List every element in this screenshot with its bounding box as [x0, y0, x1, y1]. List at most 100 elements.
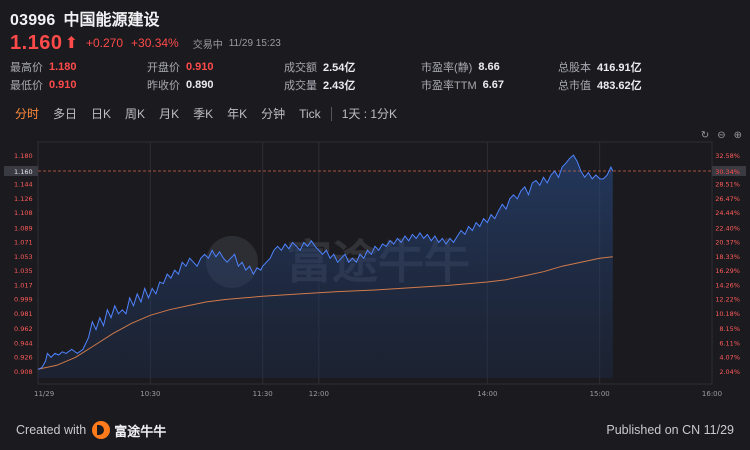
stat-1-0: 最高价 1.180	[10, 59, 147, 75]
stat-1-3: 市盈率(静) 8.66	[421, 59, 558, 75]
tab-3[interactable]: 周K	[118, 102, 152, 126]
current-price: 1.160	[10, 31, 63, 54]
intraday-chart-svg: 富途牛牛1.1801.1621.1441.1261.1081.0891.0711…	[4, 141, 746, 398]
brand-logo: 富途牛牛	[92, 421, 166, 440]
tab-7[interactable]: 分钟	[254, 102, 292, 126]
price-change-pct: +30.34%	[131, 36, 179, 50]
stat-value: 416.91亿	[597, 62, 642, 74]
stat-2-4: 总市值 483.62亿	[558, 77, 695, 93]
y-tick-left-12: 0.962	[14, 325, 33, 333]
brand-name: 富途牛牛	[114, 423, 167, 439]
title-row: 03996 中国能源建设	[10, 6, 740, 29]
period-selector[interactable]: 1天 : 1分K	[335, 102, 404, 126]
stat-label: 市盈率(静)	[421, 62, 473, 74]
y-tick-left-14: 0.926	[14, 354, 33, 362]
y-tick-left-8: 1.035	[14, 267, 33, 275]
price-area	[38, 155, 613, 378]
stock-code: 03996	[10, 12, 56, 29]
published-text: Published on CN 11/29	[606, 423, 734, 437]
stat-value: 0.890	[186, 79, 214, 91]
stat-2-1: 昨收价 0.890	[147, 77, 284, 93]
y-tick-left-7: 1.053	[14, 253, 33, 261]
y-tick-left-15: 0.908	[14, 368, 33, 376]
stat-2-0: 最低价 0.910	[10, 77, 147, 93]
stat-1-4: 总股本 416.91亿	[558, 59, 695, 75]
stats-row-2: 最低价 0.910 昨收价 0.890 成交量 2.43亿 市盈率TTM 6.67 总市值 483…	[10, 76, 740, 94]
tab-2[interactable]: 日K	[84, 102, 118, 126]
stat-1-2: 成交额 2.54亿	[284, 59, 421, 75]
y-tick-right-15: 2.04%	[719, 368, 740, 376]
stat-2-3: 市盈率TTM 6.67	[421, 77, 558, 93]
stat-value: 2.54亿	[323, 62, 356, 74]
y-tick-right-4: 24.44%	[715, 209, 740, 217]
trading-status: 交易中	[192, 39, 223, 51]
tab-0[interactable]: 分时	[8, 102, 46, 126]
y-tick-right-13: 6.11%	[719, 339, 740, 347]
chart-tabs: 分时 多日 日K 周K 月K 季K 年K 分钟 Tick 1天 : 1分K	[8, 102, 404, 126]
y-tick-right-7: 18.33%	[715, 253, 740, 261]
footer-left: Created with 富途牛牛	[16, 421, 166, 440]
stat-value: 6.67	[482, 79, 505, 91]
y-tick-right-8: 16.29%	[715, 267, 740, 275]
stat-label: 成交量	[284, 80, 317, 92]
stat-value: 0.910	[186, 61, 214, 73]
created-with-text: Created with	[16, 423, 87, 437]
stat-value: 0.910	[49, 79, 77, 91]
stat-label: 市盈率TTM	[421, 80, 477, 92]
stat-label: 最低价	[10, 80, 43, 92]
tab-4[interactable]: 月K	[152, 102, 186, 126]
y-tick-left-6: 1.071	[14, 239, 33, 247]
tab-1[interactable]: 多日	[46, 102, 84, 126]
y-tick-right-11: 10.18%	[715, 310, 740, 318]
y-tick-right-3: 26.47%	[715, 195, 740, 203]
x-tick-5: 15:00	[590, 390, 610, 398]
y-tick-right-14: 4.07%	[719, 354, 740, 362]
y-tick-right-10: 12.22%	[715, 296, 740, 304]
x-tick-6: 16:00	[702, 390, 722, 398]
tab-8[interactable]: Tick	[292, 102, 328, 126]
y-tick-left-11: 0.981	[14, 310, 33, 318]
current-pct-tag: 30.34%	[715, 168, 740, 176]
x-tick-1: 10:30	[140, 390, 160, 398]
y-tick-right-0: 32.58%	[715, 152, 740, 160]
y-tick-right-12: 8.15%	[719, 325, 740, 333]
stat-1-1: 开盘价 0.910	[147, 59, 284, 75]
quote-time: 11/29 15:23	[228, 37, 281, 49]
y-tick-left-3: 1.126	[14, 195, 33, 203]
stock-header: 03996 中国能源建设 1.160 ⬆ +0.270 +30.34% 交易中 …	[10, 6, 740, 56]
stat-label: 成交额	[284, 62, 317, 74]
tab-6[interactable]: 年K	[220, 102, 254, 126]
current-price-tag: 1.160	[14, 168, 33, 176]
stock-name: 中国能源建设	[63, 10, 160, 29]
stat-value: 483.62亿	[597, 80, 642, 92]
y-tick-right-5: 22.40%	[715, 224, 740, 232]
stat-value: 8.66	[478, 61, 500, 73]
stat-label: 总市值	[558, 80, 591, 92]
stat-label: 总股本	[558, 62, 591, 74]
price-change: +0.270	[85, 36, 124, 50]
y-tick-right-2: 28.51%	[715, 181, 740, 189]
y-tick-left-0: 1.180	[14, 152, 33, 160]
y-tick-left-9: 1.017	[14, 281, 33, 289]
stats-panel: 最高价 1.180 开盘价 0.910 成交额 2.54亿 市盈率(静) 8.66 总股本 416…	[10, 58, 740, 94]
futu-logo-icon	[92, 421, 111, 439]
x-tick-3: 12:00	[309, 390, 329, 398]
quote-row: 1.160 ⬆ +0.270 +30.34% 交易中 11/29 15:23	[10, 30, 740, 56]
intraday-chart[interactable]: 富途牛牛1.1801.1621.1441.1261.1081.0891.0711…	[0, 128, 750, 410]
y-tick-left-13: 0.944	[14, 339, 33, 347]
x-tick-0: 11/29	[34, 390, 54, 398]
up-arrow-icon: ⬆	[64, 35, 78, 52]
stat-label: 昨收价	[147, 80, 180, 92]
x-tick-2: 11:30	[253, 390, 273, 398]
tab-5[interactable]: 季K	[186, 102, 220, 126]
y-tick-left-10: 0.999	[14, 296, 33, 304]
y-tick-right-6: 20.37%	[715, 239, 740, 247]
stat-2-2: 成交量 2.43亿	[284, 77, 421, 93]
stat-value: 1.180	[49, 61, 77, 73]
tab-separator	[330, 107, 332, 121]
stat-value: 2.43亿	[323, 80, 356, 92]
y-tick-left-2: 1.144	[14, 181, 33, 189]
y-tick-right-9: 14.26%	[715, 281, 740, 289]
stat-label: 最高价	[10, 62, 43, 74]
x-tick-4: 14:00	[477, 390, 497, 398]
